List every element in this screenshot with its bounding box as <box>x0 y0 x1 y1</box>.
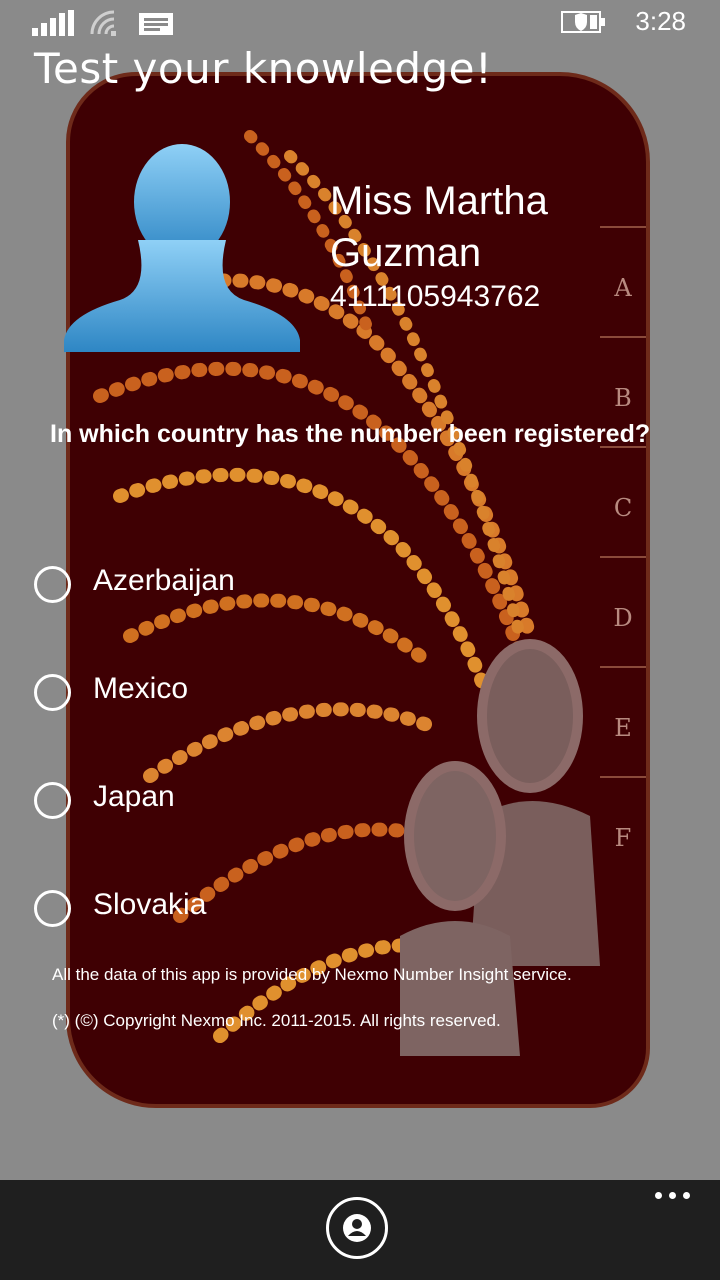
answer-option-japan[interactable]: Japan <box>34 746 235 854</box>
contact-button[interactable] <box>326 1197 388 1259</box>
radio-button[interactable] <box>34 781 71 819</box>
radio-button[interactable] <box>34 889 71 927</box>
answer-label: Japan <box>93 780 175 813</box>
contact-icon <box>343 1214 371 1242</box>
contact-number: 4111105943762 <box>330 280 541 313</box>
answer-option-azerbaijan[interactable]: Azerbaijan <box>34 530 235 638</box>
data-source-note: All the data of this app is provided by … <box>52 965 572 984</box>
quiz-question: In which country has the number been reg… <box>50 420 651 448</box>
answer-label: Slovakia <box>93 888 207 921</box>
page-title: Test your knowledge! <box>34 44 493 93</box>
app-bar <box>0 1180 720 1280</box>
answer-option-mexico[interactable]: Mexico <box>34 638 235 746</box>
radio-button[interactable] <box>34 673 71 711</box>
ellipsis-icon[interactable] <box>655 1192 690 1199</box>
answer-label: Azerbaijan <box>93 564 235 597</box>
person-silhouette-icon <box>64 144 300 352</box>
contact-name: Miss Martha Guzman <box>330 179 548 275</box>
answer-label: Mexico <box>93 672 189 705</box>
answer-option-slovakia[interactable]: Slovakia <box>34 854 235 962</box>
copyright-note: (*) (©) Copyright Nexmo Inc. 2011-2015. … <box>52 1011 501 1030</box>
radio-button[interactable] <box>34 565 71 603</box>
quiz-content: Miss Martha Guzman 4111105943762 In whic… <box>0 0 720 1180</box>
answer-options: Azerbaijan Mexico Japan Slovakia <box>34 530 235 962</box>
